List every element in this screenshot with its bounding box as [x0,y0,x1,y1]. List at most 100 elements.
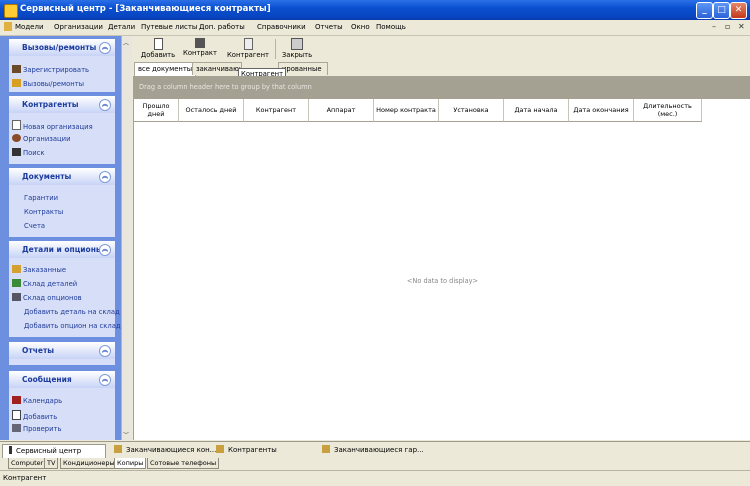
window-title: Сервисный центр - [Заканчивающиеся контр… [20,4,271,14]
group-messages: Сообщения ︽ Календарь Добавить Проверить [9,371,115,440]
sidebar-item-options-stock[interactable]: Склад опционов [12,293,82,302]
menu-extra-works[interactable]: Доп. работы [199,23,245,31]
binoculars-icon [12,148,21,156]
group-by-panel[interactable]: Drag a column header here to group by th… [133,76,750,99]
sidebar-item-add-part[interactable]: Добавить деталь на склад [24,308,120,316]
menu-parts[interactable]: Детали [108,23,135,31]
column-header[interactable]: Номер контракта [374,99,439,122]
group-header[interactable]: Отчеты ︽ [9,342,115,359]
new-document-icon [153,38,163,50]
mdi-minimize-icon[interactable]: – [712,22,716,31]
sidebar-item-ordered[interactable]: Заказанные [12,265,66,274]
check-mail-icon [12,424,21,432]
mdi-close-icon[interactable]: ✕ [738,22,745,31]
edit-document-icon [243,38,253,50]
sidebar-item-add-option[interactable]: Добавить опцион на склад [24,322,121,330]
sidebar-item-invoices[interactable]: Счета [24,222,45,230]
printer-icon [195,38,205,48]
tab-expiring[interactable]: заканчивающ [192,62,242,75]
column-header[interactable]: Контрагент [244,99,309,122]
toolbar-separator [275,39,276,59]
tab-computer[interactable]: Computer [8,458,47,469]
collapse-icon: ︽ [99,345,111,357]
status-bar: Контрагент [0,470,750,486]
group-documents: Документы ︽ Гарантии Контракты Счета [9,168,115,237]
column-header[interactable]: Установка [439,99,504,122]
group-contragents: Контрагенты ︽ Новая организация Организац… [9,96,115,164]
column-header[interactable]: Осталось дней [179,99,244,122]
group-header[interactable]: Детали и опционы ︽ [9,241,115,258]
mdi-doc-icon [4,22,12,31]
minimize-button[interactable]: _ [696,2,713,19]
contract-button[interactable]: Контракт [182,37,218,61]
column-header[interactable]: Длительность (мес.) [634,99,702,122]
add-button[interactable]: Добавить [140,37,176,61]
tab-copiers[interactable]: Копиры [114,458,147,469]
calendar-icon [12,396,21,404]
group-header[interactable]: Сообщения ︽ [9,371,115,388]
menu-reports[interactable]: Отчеты [315,23,343,31]
close-document-button[interactable]: Закрыть [280,37,314,61]
organization-icon [12,134,21,142]
menu-window[interactable]: Окно [351,23,370,31]
group-reports: Отчеты ︽ [9,342,115,365]
status-text: Контрагент [3,474,47,482]
column-header[interactable]: Дата окончания [569,99,634,122]
menu-models[interactable]: Модели [15,23,44,31]
app-icon [4,4,18,18]
menu-organizations[interactable]: Организации [54,23,103,31]
sidebar-scrollbar[interactable]: ︿ ﹀ [121,36,132,440]
collapse-icon: ︽ [99,171,111,183]
close-button[interactable]: ✕ [730,2,747,19]
group-parts-options: Детали и опционы ︽ Заказанные Склад детал… [9,241,121,337]
close-window-icon [291,38,303,50]
sidebar-item-new-org[interactable]: Новая организация [12,120,93,131]
group-header[interactable]: Вызовы/ремонты ︽ [9,39,115,56]
sidebar-item-orgs[interactable]: Организации [12,134,71,143]
new-document-icon [12,120,21,130]
menu-waybills[interactable]: Путевые листы [141,23,197,31]
group-header[interactable]: Документы ︽ [9,168,115,185]
menu-references[interactable]: Справочники [257,23,306,31]
filter-tabs: все документы заканчивающ ированные [132,62,750,76]
doctab-expiring-contracts[interactable]: Заканчивающиеся кон... [108,444,216,457]
scroll-up-icon[interactable]: ︿ [123,38,129,47]
tools-icon [12,65,21,73]
group-header[interactable]: Контрагенты ︽ [9,96,115,113]
sidebar-item-search[interactable]: Поиск [12,148,45,157]
maximize-button[interactable]: □ [713,2,730,19]
sidebar-item-contracts[interactable]: Контракты [24,208,63,216]
envelope-icon [12,410,21,420]
sidebar-item-calendar[interactable]: Календарь [12,396,62,405]
scroll-down-icon[interactable]: ﹀ [123,430,129,439]
tab-conditioners[interactable]: Кондиционеры [60,458,118,469]
sidebar-item-parts-stock[interactable]: Склад деталей [12,279,77,288]
data-grid[interactable]: Прошло дней Осталось дней Контрагент Апп… [133,99,750,440]
sidebar-item-calls[interactable]: Вызовы/ремонты [12,79,84,88]
options-icon [12,293,21,301]
group-calls: Вызовы/ремонты ︽ Зарегистрировать Вызовы/… [9,39,115,92]
menu-help[interactable]: Помощь [376,23,406,31]
empty-grid-message: <No data to display> [406,277,479,285]
contragent-button[interactable]: Контрагент [226,37,270,61]
collapse-icon: ︽ [99,99,111,111]
parts-icon [12,279,21,287]
column-header[interactable]: Прошло дней [134,99,179,122]
tab-all-documents[interactable]: все документы [134,62,196,76]
document-tabs: Сервисный центр Заканчивающиеся кон... К… [0,441,750,459]
sidebar-item-guarantees[interactable]: Гарантии [24,194,58,202]
title-bar: Сервисный центр - [Заканчивающиеся контр… [0,0,750,20]
doctab-expiring-guarantees[interactable]: Заканчивающиеся гар... [316,444,426,457]
sidebar-item-add-message[interactable]: Добавить [12,410,57,421]
doctab-contragents[interactable]: Контрагенты [210,444,312,457]
sidebar-item-check[interactable]: Проверить [12,424,61,433]
column-header[interactable]: Дата начала [504,99,569,122]
sidebar-item-register[interactable]: Зарегистрировать [12,65,89,74]
column-header[interactable]: Аппарат [309,99,374,122]
tab-tv[interactable]: TV [44,458,59,469]
toolbar: Добавить Контракт Контрагент Закрыть [132,36,750,62]
mdi-restore-icon[interactable]: ▫ [725,22,730,31]
car-icon [322,445,330,453]
tab-phones[interactable]: Сотовые телефоны [147,458,220,469]
doctab-service-center[interactable]: Сервисный центр [2,444,106,459]
